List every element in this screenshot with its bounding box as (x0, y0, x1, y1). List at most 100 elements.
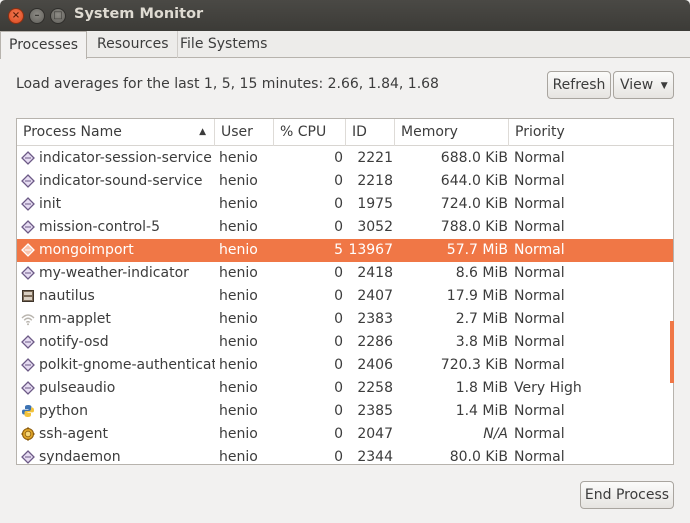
table-row[interactable]: nautilus henio 0 2407 17.9 MiB Normal (17, 285, 673, 308)
user-cell: henio (219, 357, 258, 373)
table-row[interactable]: nm-applet henio 0 2383 2.7 MiB Normal (17, 308, 673, 331)
memory-cell: 720.3 KiB (440, 357, 508, 373)
cpu-cell: 0 (334, 196, 343, 212)
process-name-cell: my-weather-indicator (39, 265, 189, 281)
view-button-label: View (620, 77, 654, 93)
process-name-cell: init (39, 196, 62, 212)
memory-cell: 1.4 MiB (455, 403, 508, 419)
table-row[interactable]: indicator-session-service henio 0 2221 688.0… (17, 147, 673, 170)
column-header-process-name[interactable]: Process Name ▲ (17, 119, 215, 146)
cpu-cell: 0 (334, 311, 343, 327)
close-window-button[interactable]: × (8, 8, 24, 24)
sort-ascending-icon: ▲ (199, 127, 206, 137)
memory-cell: N/A (483, 426, 508, 442)
user-cell: henio (219, 242, 258, 258)
cpu-cell: 0 (334, 173, 343, 189)
pid-cell: 2383 (357, 311, 393, 327)
key-seal-icon (21, 427, 35, 441)
tab-resources[interactable]: Resources (89, 31, 178, 58)
table-row[interactable]: init henio 0 1975 724.0 KiB Normal (17, 193, 673, 216)
process-name-cell: indicator-sound-service (39, 173, 203, 189)
memory-cell: 17.9 MiB (446, 288, 508, 304)
minimize-icon: – (34, 10, 40, 21)
process-name-cell: pulseaudio (39, 380, 116, 396)
close-icon: × (11, 10, 21, 21)
table-row[interactable]: polkit-gnome-authenticati henio 0 2406 720.3… (17, 354, 673, 377)
table-row[interactable]: syndaemon henio 0 2344 80.0 KiB Normal (17, 446, 673, 465)
maximize-window-button[interactable]: □ (50, 8, 66, 24)
process-name-cell: polkit-gnome-authenticati (39, 357, 215, 373)
python-icon (21, 404, 35, 418)
diamond-icon (21, 335, 35, 349)
table-row[interactable]: my-weather-indicator henio 0 2418 8.6 MiB Nor… (17, 262, 673, 285)
cpu-cell: 0 (334, 403, 343, 419)
table-row[interactable]: indicator-sound-service henio 0 2218 644.0 K… (17, 170, 673, 193)
column-header-user[interactable]: User (215, 119, 274, 146)
cpu-cell: 0 (334, 357, 343, 373)
end-process-button[interactable]: End Process (580, 481, 674, 509)
process-name-cell: nautilus (39, 288, 95, 304)
tab-processes[interactable]: Processes (0, 31, 88, 59)
pid-cell: 2344 (357, 449, 393, 465)
scrollbar-thumb[interactable] (670, 321, 674, 383)
priority-cell: Normal (514, 426, 565, 442)
column-header-priority[interactable]: Priority (509, 119, 673, 146)
cpu-cell: 5 (334, 242, 343, 258)
diamond-icon (21, 358, 35, 372)
diamond-icon (21, 450, 35, 464)
memory-cell: 688.0 KiB (440, 150, 508, 166)
priority-cell: Normal (514, 196, 565, 212)
dropdown-arrow-icon: ▼ (660, 81, 668, 91)
pid-cell: 2418 (357, 265, 393, 281)
refresh-button[interactable]: Refresh (547, 71, 611, 99)
table-row[interactable]: mission-control-5 henio 0 3052 788.0 KiB Norm… (17, 216, 673, 239)
table-row[interactable]: mongoimport henio 5 13967 57.7 MiB Normal (17, 239, 673, 262)
diamond-icon (21, 220, 35, 234)
memory-cell: 3.8 MiB (455, 334, 508, 350)
diamond-icon (21, 266, 35, 280)
tab-file-systems[interactable]: File Systems (172, 31, 275, 58)
memory-cell: 8.6 MiB (455, 265, 508, 281)
pid-cell: 2385 (357, 403, 393, 419)
process-name-cell: python (39, 403, 88, 419)
process-name-cell: nm-applet (39, 311, 111, 327)
minimize-window-button[interactable]: – (29, 8, 45, 24)
cpu-cell: 0 (334, 380, 343, 396)
table-row[interactable]: ssh-agent henio 0 2047 N/A Normal (17, 423, 673, 446)
diamond-icon (21, 151, 35, 165)
priority-cell: Normal (514, 403, 565, 419)
process-name-cell: notify-osd (39, 334, 109, 350)
table-row[interactable]: pulseaudio henio 0 2258 1.8 MiB Very High (17, 377, 673, 400)
user-cell: henio (219, 334, 258, 350)
maximize-icon: □ (53, 10, 63, 21)
column-header-id[interactable]: ID (346, 119, 395, 146)
priority-cell: Normal (514, 449, 565, 465)
load-averages-label: Load averages for the last 1, 5, 15 minu… (16, 76, 439, 92)
column-header-cpu[interactable]: % CPU (274, 119, 346, 146)
user-cell: henio (219, 449, 258, 465)
file-cabinet-icon (21, 289, 35, 303)
pid-cell: 2258 (357, 380, 393, 396)
cpu-cell: 0 (334, 265, 343, 281)
column-header-memory[interactable]: Memory (395, 119, 509, 146)
pid-cell: 2218 (357, 173, 393, 189)
cpu-cell: 0 (334, 334, 343, 350)
table-row[interactable]: notify-osd henio 0 2286 3.8 MiB Normal (17, 331, 673, 354)
priority-cell: Normal (514, 173, 565, 189)
process-table[interactable]: Process Name ▲ User % CPU ID Memory Prio… (16, 118, 674, 465)
pid-cell: 2047 (357, 426, 393, 442)
user-cell: henio (219, 265, 258, 281)
memory-cell: 2.7 MiB (455, 311, 508, 327)
table-header: Process Name ▲ User % CPU ID Memory Prio… (17, 119, 673, 146)
diamond-icon (21, 197, 35, 211)
diamond-icon (21, 243, 35, 257)
view-menu-button[interactable]: View ▼ (613, 71, 674, 99)
user-cell: henio (219, 380, 258, 396)
cpu-cell: 0 (334, 219, 343, 235)
title-bar: × – □ System Monitor (0, 0, 690, 31)
pid-cell: 2286 (357, 334, 393, 350)
user-cell: henio (219, 219, 258, 235)
user-cell: henio (219, 288, 258, 304)
pid-cell: 3052 (357, 219, 393, 235)
table-row[interactable]: python henio 0 2385 1.4 MiB Normal (17, 400, 673, 423)
